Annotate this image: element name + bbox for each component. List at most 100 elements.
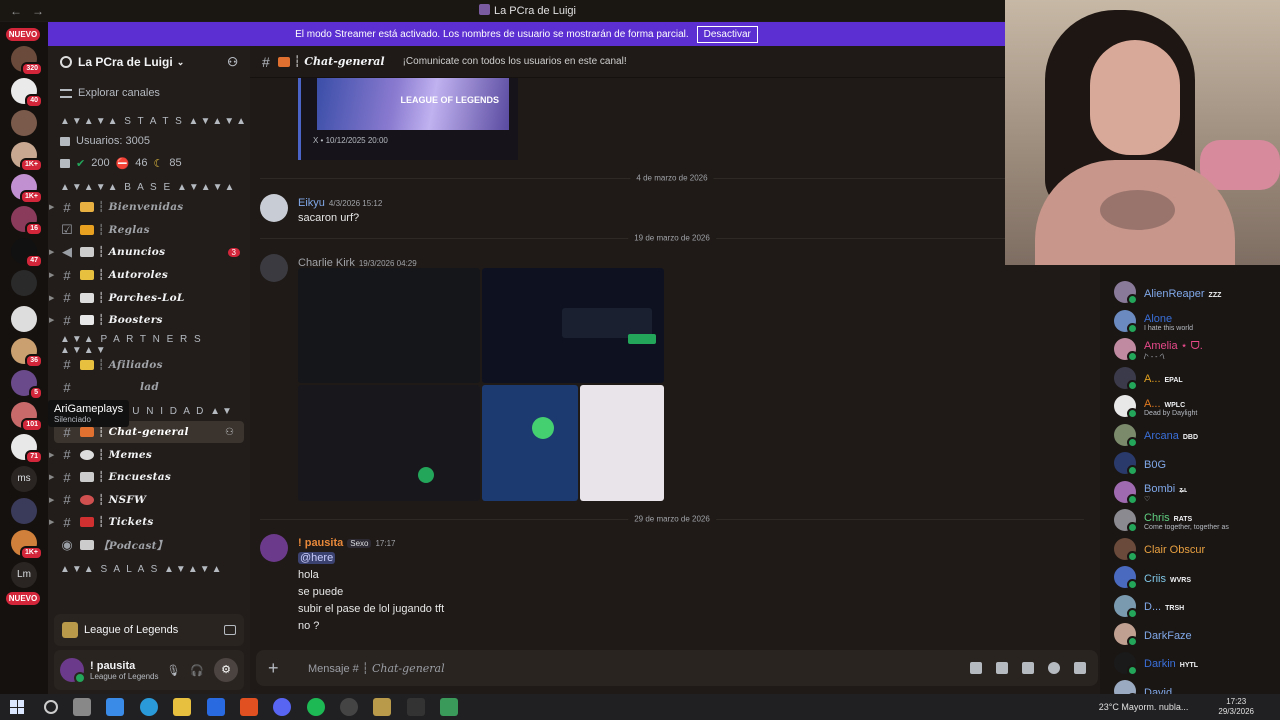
channel-podcast[interactable]: ◉ 【Podcast】	[48, 534, 250, 557]
copilot-icon[interactable]	[106, 698, 125, 716]
deactivate-button[interactable]: Desactivar	[696, 25, 758, 43]
avatar[interactable]	[260, 534, 288, 562]
member-item[interactable]: Alone I hate this world	[1114, 308, 1280, 334]
server-icon[interactable]: 1K+	[11, 142, 43, 172]
message-timestamp: 4/3/2026 15:12	[328, 199, 383, 208]
headphones-icon[interactable]: 🎧	[190, 664, 204, 677]
category-base[interactable]: ▲▼▲▼▲ B A S E ▲▼▲▼▲	[48, 178, 250, 196]
channel-memes[interactable]: ▶ # ┆ Memes	[48, 443, 250, 466]
spotify-icon[interactable]	[306, 698, 325, 716]
channel-tickets[interactable]: ▶ # ┆ Tickets	[48, 511, 250, 534]
channel-nsfw[interactable]: ▶ # ┆ NSFW	[48, 489, 250, 512]
riot-icon[interactable]	[406, 698, 425, 716]
microphone-icon[interactable]: 🎙	[166, 664, 180, 677]
server-icon[interactable]: 36	[11, 338, 43, 368]
server-icon[interactable]: 16	[11, 206, 43, 236]
server-icon[interactable]: 1K+	[11, 174, 43, 204]
server-icon[interactable]: 71	[11, 434, 43, 464]
server-icon[interactable]: 5	[11, 370, 43, 400]
steam-icon[interactable]	[340, 698, 359, 716]
server-icon[interactable]	[11, 270, 37, 296]
server-icon[interactable]: 320	[11, 46, 43, 76]
forward-icon[interactable]: →	[32, 4, 44, 18]
avatar[interactable]	[60, 658, 86, 684]
invite-people-icon[interactable]: ⚇	[227, 55, 238, 69]
member-item[interactable]: Clair Obscur	[1114, 536, 1280, 562]
message-author[interactable]: ! pausita	[298, 537, 343, 549]
category-partners[interactable]: ▲▼▲ P A R T N E R S ▲▼▲▼	[48, 334, 250, 356]
member-item[interactable]: AlienReaper ZZZ	[1114, 279, 1280, 305]
popout-icon[interactable]	[224, 625, 236, 635]
server-icon[interactable]	[11, 498, 37, 524]
brave-icon[interactable]	[239, 698, 258, 716]
attachment-image[interactable]	[580, 385, 664, 501]
member-item[interactable]: Amelia ⋆ ᗜ. /ᐠ - - ᐟ\	[1114, 336, 1280, 362]
member-item[interactable]: D... TRSH	[1114, 593, 1280, 619]
server-icon[interactable]: 1K+	[11, 530, 43, 560]
attachment-image[interactable]	[482, 268, 664, 383]
member-item[interactable]: David	[1114, 678, 1280, 694]
member-item[interactable]: Chris RATS Come together, together as	[1114, 507, 1280, 533]
member-item[interactable]: A... EPAL	[1114, 365, 1280, 391]
member-item[interactable]: Arcana DBD	[1114, 422, 1280, 448]
server-icon[interactable]: 40	[11, 78, 43, 108]
gif-icon[interactable]	[996, 662, 1008, 674]
activity-panel[interactable]: League of Legends	[54, 614, 244, 646]
embed-image[interactable]: LEAGUE OF LEGENDS	[317, 78, 509, 130]
windows-start-icon[interactable]	[10, 700, 24, 714]
member-item[interactable]: A... WPLC Dead by Daylight	[1114, 393, 1280, 419]
channel-encuestas[interactable]: ▶ # ┆ Encuestas	[48, 466, 250, 489]
channel-reglas[interactable]: ☑ ┆ Reglas	[48, 219, 250, 242]
server-icon[interactable]: 101	[11, 402, 43, 432]
app-icon[interactable]	[440, 698, 459, 716]
server-icon[interactable]	[11, 306, 37, 332]
task-view-icon[interactable]	[73, 698, 92, 716]
channel-autoroles[interactable]: ▶ # ┆ Autoroles	[48, 264, 250, 287]
discord-icon[interactable]	[273, 698, 292, 716]
server-icon[interactable]: Lm	[11, 562, 37, 588]
member-item[interactable]: Bombi ʑʟ ♡	[1114, 479, 1280, 505]
clock[interactable]: 17:23 29/3/2026	[1218, 697, 1254, 717]
member-name: Bombi	[1144, 483, 1176, 495]
member-item[interactable]: Darkin HYTL	[1114, 650, 1280, 676]
server-header[interactable]: La PCra de Luigi ⌄ ⚇	[48, 46, 250, 78]
gift-icon[interactable]	[970, 662, 982, 674]
back-icon[interactable]: ←	[10, 4, 22, 18]
mention[interactable]: @here	[298, 552, 336, 564]
channel-boosters[interactable]: ▶ # ┆ Boosters	[48, 309, 250, 332]
attachment-image[interactable]	[298, 268, 480, 383]
member-item[interactable]: B0G	[1114, 450, 1280, 476]
channel-anuncios[interactable]: ▶ ◀ ┆ Anuncios 3	[48, 241, 250, 264]
apps-icon[interactable]	[1074, 662, 1086, 674]
league-of-legends-icon[interactable]	[373, 698, 392, 716]
server-icon[interactable]: ms	[11, 466, 37, 492]
channel-partial[interactable]: # lad	[48, 376, 250, 399]
edge-icon[interactable]	[139, 698, 158, 716]
member-item[interactable]: Criis WVRS	[1114, 564, 1280, 590]
attachment-image[interactable]	[482, 385, 578, 501]
avatar[interactable]	[260, 254, 288, 282]
avatar[interactable]	[260, 194, 288, 222]
store-icon[interactable]	[206, 698, 225, 716]
add-attachment-icon[interactable]: +	[268, 658, 292, 679]
channel-afiliados[interactable]: # ┆ Afiliados	[48, 354, 250, 377]
emoji-picker-icon[interactable]	[1048, 662, 1060, 674]
gear-icon[interactable]: ⚙	[214, 658, 238, 682]
folder-icon[interactable]	[173, 698, 192, 716]
server-icon[interactable]	[11, 110, 37, 136]
member-item[interactable]: DarkFaze	[1114, 621, 1280, 647]
weather-widget[interactable]: 23°C Mayorm. nubla...	[1099, 702, 1189, 712]
explore-channels[interactable]: Explorar canales	[48, 78, 250, 108]
attachment-image[interactable]	[298, 385, 480, 501]
message-input[interactable]: Mensaje # ┆ Chat-general	[308, 662, 445, 675]
add-member-icon[interactable]: ⚇	[225, 427, 234, 438]
message-composer[interactable]: + Mensaje # ┆ Chat-general	[256, 650, 1098, 686]
channel-parches[interactable]: ▶ # ┆ Parches-LoL	[48, 286, 250, 309]
search-icon[interactable]	[43, 700, 58, 714]
sticker-icon[interactable]	[1022, 662, 1034, 674]
message-author[interactable]: Eikyu	[298, 197, 325, 209]
channel-bienvenidas[interactable]: ▶ # ┆ Bienvenidas	[48, 196, 250, 219]
server-icon[interactable]: 47	[11, 238, 43, 268]
category-stats[interactable]: ▲▼▲▼▲ S T A T S ▲▼▲▼▲	[48, 112, 250, 130]
category-salas[interactable]: ▲▼▲ S A L A S ▲▼▲▼▲	[48, 560, 250, 578]
